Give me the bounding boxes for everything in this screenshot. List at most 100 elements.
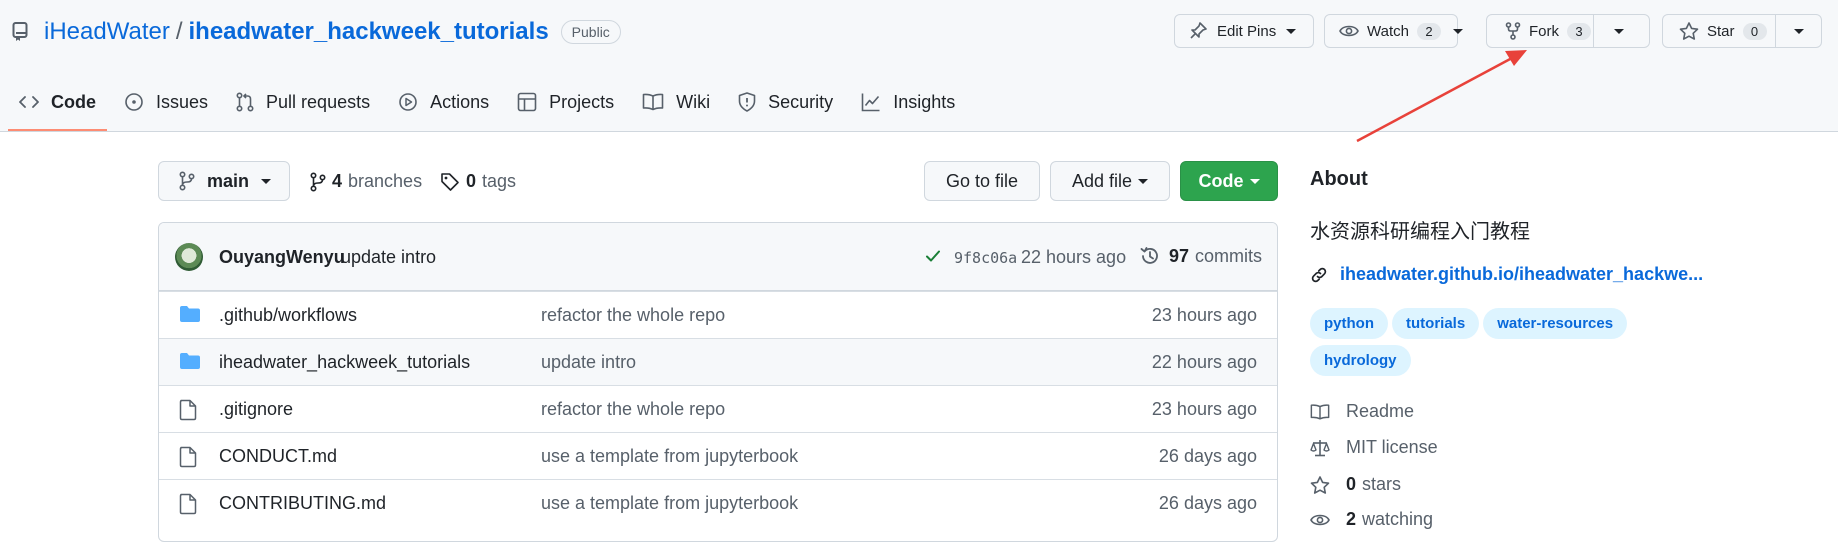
- tab-issues[interactable]: Issues: [113, 84, 219, 120]
- link-icon: [1310, 266, 1328, 284]
- file-commit-link[interactable]: refactor the whole repo: [541, 305, 725, 326]
- fork-menu-button[interactable]: [1593, 15, 1649, 47]
- star-icon: [1679, 22, 1699, 40]
- file-row[interactable]: CONDUCT.md use a template from jupyterbo…: [159, 432, 1277, 479]
- tab-label: Actions: [430, 91, 490, 112]
- tab-label: Wiki: [676, 91, 711, 112]
- chevron-down-icon: [1249, 178, 1260, 184]
- edit-pins-button[interactable]: Edit Pins: [1174, 14, 1314, 48]
- stars-count: 0: [1346, 474, 1357, 494]
- license-label: MIT license: [1346, 437, 1438, 457]
- watch-button[interactable]: Watch 2: [1324, 14, 1463, 48]
- go-to-file-button[interactable]: Go to file: [924, 161, 1040, 201]
- star-icon: [1310, 475, 1330, 494]
- star-count: 0: [1742, 22, 1767, 40]
- topic-tag[interactable]: python: [1310, 308, 1388, 339]
- folder-icon: [179, 352, 201, 370]
- stars-link[interactable]: 0 stars: [1310, 474, 1401, 495]
- tab-label: Code: [51, 91, 96, 112]
- tab-security[interactable]: Security: [727, 84, 844, 120]
- tab-pull-requests[interactable]: Pull requests: [225, 84, 381, 120]
- fork-button[interactable]: Fork 3: [1487, 15, 1593, 47]
- edit-pins-label: Edit Pins: [1217, 22, 1277, 40]
- commit-sha-link[interactable]: 9f8c06a: [954, 249, 1017, 267]
- file-name-link[interactable]: CONTRIBUTING.md: [219, 493, 386, 514]
- branch-select-button[interactable]: main: [158, 161, 290, 201]
- code-icon: [19, 94, 39, 110]
- file-name-link[interactable]: CONDUCT.md: [219, 446, 337, 467]
- graph-icon: [861, 92, 881, 112]
- pull-request-icon: [236, 92, 254, 112]
- tab-actions[interactable]: Actions: [387, 84, 500, 120]
- file-commit-link[interactable]: refactor the whole repo: [541, 399, 725, 420]
- chevron-down-icon: [1794, 28, 1804, 34]
- readme-link[interactable]: Readme: [1310, 401, 1414, 422]
- star-label: Star: [1707, 22, 1735, 40]
- repo-icon: [12, 22, 28, 42]
- chevron-down-icon: [1138, 178, 1149, 184]
- file-name-link[interactable]: iheadwater_hackweek_tutorials: [219, 352, 470, 373]
- watching-link[interactable]: 2 watching: [1310, 509, 1433, 530]
- file-row[interactable]: .github/workflows refactor the whole rep…: [159, 291, 1277, 338]
- commits-label: commits: [1195, 245, 1263, 266]
- file-age: 26 days ago: [1158, 493, 1257, 513]
- law-icon: [1310, 439, 1330, 457]
- commit-author-link[interactable]: OuyangWenyu: [219, 247, 345, 268]
- code-button[interactable]: Code: [1180, 161, 1278, 201]
- about-heading: About: [1310, 168, 1368, 190]
- star-button[interactable]: Star 0: [1663, 15, 1775, 47]
- eye-icon: [1310, 512, 1330, 528]
- folder-icon: [179, 305, 201, 323]
- license-link[interactable]: MIT license: [1310, 437, 1438, 458]
- file-commit-link[interactable]: use a template from jupyterbook: [541, 446, 798, 467]
- star-button-group: Star 0: [1662, 14, 1822, 48]
- tab-wiki[interactable]: Wiki: [631, 84, 721, 120]
- tab-code[interactable]: Code: [8, 84, 107, 131]
- repo-owner-link[interactable]: iHeadWater: [44, 18, 170, 46]
- book-icon: [642, 93, 664, 111]
- tags-link[interactable]: 0 tags: [440, 171, 516, 192]
- repo-tabs: Code Issues Pull requests Actions Projec…: [8, 84, 972, 131]
- topic-tag[interactable]: tutorials: [1392, 308, 1480, 339]
- shield-icon: [738, 92, 756, 112]
- file-commit-link[interactable]: update intro: [541, 352, 636, 373]
- file-commit-link[interactable]: use a template from jupyterbook: [541, 493, 798, 514]
- watch-count: 2: [1416, 22, 1441, 40]
- file-row[interactable]: .gitignore refactor the whole repo 23 ho…: [159, 385, 1277, 432]
- star-menu-button[interactable]: [1775, 15, 1821, 47]
- tab-insights[interactable]: Insights: [850, 84, 966, 120]
- tab-label: Issues: [156, 91, 209, 112]
- repo-name-link[interactable]: iheadwater_hackweek_tutorials: [189, 18, 549, 46]
- file-name-link[interactable]: .github/workflows: [219, 305, 357, 326]
- chevron-down-icon: [1452, 28, 1463, 34]
- topic-tag[interactable]: hydrology: [1310, 345, 1411, 376]
- tags-label: tags: [482, 171, 517, 191]
- add-file-label: Add file: [1071, 170, 1133, 191]
- file-name-link[interactable]: .gitignore: [219, 399, 293, 420]
- tab-projects[interactable]: Projects: [506, 84, 625, 120]
- topics-list: python tutorials water-resources hydrology: [1310, 308, 1710, 382]
- play-icon: [398, 92, 418, 112]
- file-row[interactable]: iheadwater_hackweek_tutorials update int…: [159, 338, 1277, 385]
- file-age: 26 days ago: [1158, 446, 1257, 466]
- commits-history-link[interactable]: 97 commits: [1139, 245, 1262, 267]
- chevron-down-icon: [1614, 28, 1624, 34]
- tab-label: Insights: [893, 91, 956, 112]
- chevron-down-icon: [261, 178, 272, 184]
- branches-link[interactable]: 4 branches: [310, 171, 422, 192]
- check-icon[interactable]: [924, 247, 942, 265]
- avatar[interactable]: [175, 243, 203, 271]
- commit-message-link[interactable]: update intro: [341, 247, 436, 268]
- branches-count: 4: [332, 171, 343, 191]
- add-file-button[interactable]: Add file: [1050, 161, 1170, 201]
- file-row[interactable]: CONTRIBUTING.md use a template from jupy…: [159, 479, 1277, 526]
- git-branch-icon: [310, 171, 326, 192]
- topic-tag[interactable]: water-resources: [1483, 308, 1628, 339]
- fork-label: Fork: [1529, 22, 1559, 40]
- git-branch-icon: [179, 171, 195, 191]
- chevron-down-icon: [1286, 28, 1297, 34]
- readme-label: Readme: [1346, 401, 1415, 421]
- homepage-link[interactable]: iheadwater.github.io/iheadwater_hackwe..…: [1310, 264, 1703, 285]
- pin-icon: [1189, 22, 1209, 40]
- fork-count: 3: [1567, 22, 1591, 40]
